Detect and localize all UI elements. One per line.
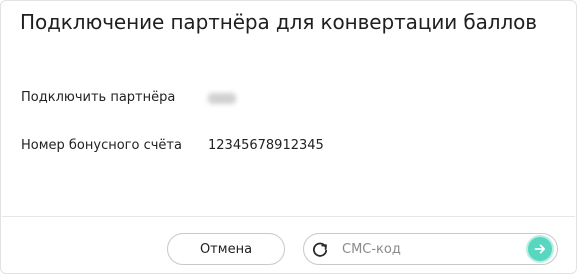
- partner-label: Подключить партнёра: [21, 90, 176, 105]
- partner-value: [208, 90, 236, 108]
- partner-value-blurred: [208, 93, 236, 104]
- sms-code-input[interactable]: [342, 239, 522, 259]
- submit-button[interactable]: [528, 237, 552, 261]
- refresh-icon[interactable]: [309, 239, 331, 261]
- partner-connect-dialog: Подключение партнёра для конвертации бал…: [0, 0, 577, 274]
- account-label: Номер бонусного счёта: [21, 138, 182, 153]
- dialog-title: Подключение партнёра для конвертации бал…: [20, 10, 537, 34]
- footer-divider: [2, 216, 575, 217]
- arrow-right-icon: [534, 244, 546, 254]
- cancel-button[interactable]: Отмена: [167, 233, 285, 265]
- sms-code-field[interactable]: [303, 233, 558, 265]
- account-value: 12345678912345: [208, 138, 324, 153]
